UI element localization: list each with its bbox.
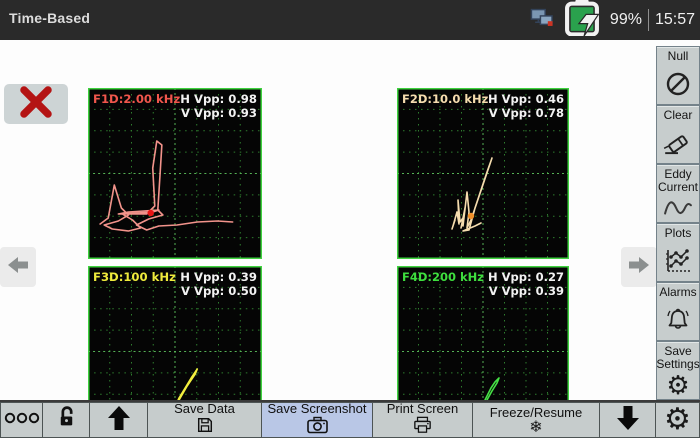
svg-text:H Vpp: 0.39: H Vpp: 0.39: [180, 270, 257, 284]
bell-icon: [662, 299, 694, 340]
save-screenshot-button[interactable]: Save Screenshot: [262, 402, 373, 438]
sidebar-label: Alarms: [659, 286, 696, 299]
sidebar-button-plots[interactable]: Plots: [656, 223, 700, 282]
sidebar-button-save-settings[interactable]: Save Settings ⚙: [656, 341, 700, 400]
gear-icon: ⚙: [666, 371, 689, 399]
up-arrow-button[interactable]: [90, 402, 148, 438]
battery-percent: 99%: [610, 11, 642, 29]
svg-text:V Vpp: 0.93: V Vpp: 0.93: [181, 106, 257, 120]
lock-open-icon: [54, 405, 79, 435]
bottom-toolbar: Save Data Save Screenshot P: [0, 400, 700, 438]
eraser-icon: [662, 122, 694, 163]
save-data-label: Save Data: [174, 401, 235, 416]
svg-text:V Vpp: 0.50: V Vpp: 0.50: [181, 284, 257, 298]
sidebar-label: Plots: [665, 227, 692, 240]
down-arrow-button[interactable]: [600, 402, 656, 438]
page-title: Time-Based: [9, 10, 90, 26]
svg-text:F3D:100 kHz: F3D:100 kHz: [93, 270, 176, 284]
next-page-button[interactable]: [621, 247, 657, 287]
svg-text:H Vpp: 0.98: H Vpp: 0.98: [180, 92, 257, 106]
battery-charging-icon: [560, 0, 604, 41]
up-arrow-icon: [106, 404, 132, 437]
plot-f1d[interactable]: F1D:2.00 kHzH Vpp: 0.98V Vpp: 0.93: [88, 88, 262, 259]
sidebar-label: Null: [668, 50, 689, 63]
clock: 15:57: [655, 11, 695, 29]
sidebar-label: Save Settings: [656, 345, 699, 371]
printer-icon: [411, 416, 434, 439]
svg-text:H Vpp: 0.46: H Vpp: 0.46: [488, 92, 564, 106]
eddy-current-wave-icon: [661, 194, 695, 222]
save-data-button[interactable]: Save Data: [148, 402, 262, 438]
lock-button[interactable]: [43, 402, 90, 438]
main-area: F1D:2.00 kHzH Vpp: 0.98V Vpp: 0.93 F2D:1…: [0, 40, 656, 400]
gear-icon: ⚙: [664, 405, 691, 435]
left-arrow-icon: [5, 255, 31, 280]
right-arrow-icon: [626, 255, 652, 280]
sidebar-button-eddy-current[interactable]: Eddy Current: [656, 164, 700, 223]
settings-button[interactable]: ⚙: [656, 402, 700, 438]
svg-text:F1D:2.00 kHz: F1D:2.00 kHz: [93, 92, 180, 106]
sidebar-button-null[interactable]: Null: [656, 46, 700, 105]
plots-chart-icon: [663, 240, 693, 281]
null-circle-slash-icon: [664, 63, 692, 104]
status-divider: [648, 9, 649, 31]
close-icon: [16, 86, 56, 123]
more-options-button[interactable]: [0, 402, 43, 438]
network-computer-icon: [530, 8, 554, 32]
sidebar-button-alarms[interactable]: Alarms: [656, 282, 700, 341]
camera-icon: [306, 416, 329, 439]
freeze-resume-label: Freeze/Resume: [490, 405, 582, 420]
print-screen-button[interactable]: Print Screen: [373, 402, 473, 438]
prev-page-button[interactable]: [0, 247, 36, 287]
close-button[interactable]: [4, 84, 68, 124]
svg-text:H Vpp: 0.27: H Vpp: 0.27: [488, 270, 564, 284]
save-screenshot-label: Save Screenshot: [267, 401, 366, 416]
svg-text:V Vpp: 0.39: V Vpp: 0.39: [489, 284, 564, 298]
svg-text:F4D:200 kHz: F4D:200 kHz: [402, 270, 484, 284]
status-cluster: 99% 15:57: [530, 0, 695, 40]
sidebar-button-clear[interactable]: Clear: [656, 105, 700, 164]
more-dots-icon: [4, 411, 40, 430]
floppy-disk-icon: [195, 416, 215, 439]
sidebar-label: Eddy Current: [657, 168, 699, 194]
print-screen-label: Print Screen: [387, 401, 459, 416]
down-arrow-icon: [615, 404, 641, 437]
snowflake-icon: ❄: [529, 420, 542, 436]
title-bar: Time-Based 99%: [0, 0, 700, 40]
plot-f2d[interactable]: F2D:10.0 kHzH Vpp: 0.46V Vpp: 0.78: [397, 88, 569, 259]
svg-text:V Vpp: 0.78: V Vpp: 0.78: [489, 106, 564, 120]
freeze-resume-button[interactable]: Freeze/Resume ❄: [473, 402, 600, 438]
sidebar-label: Clear: [664, 109, 693, 122]
svg-text:F2D:10.0 kHz: F2D:10.0 kHz: [402, 92, 489, 106]
instrument-screen: Time-Based 99%: [0, 0, 700, 438]
